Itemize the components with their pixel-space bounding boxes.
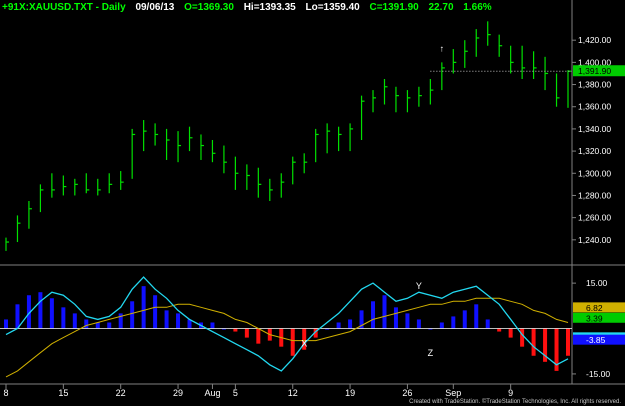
x-tick-label: 26 [402, 388, 412, 398]
copyright-credit: Created with TradeStation. ©TradeStation… [409, 399, 621, 405]
histogram-bar [336, 322, 341, 329]
chart-header: +91X:XAUUSD.TXT - Daily 09/06/13 O=1369.… [2, 2, 499, 13]
histogram-bar [485, 319, 490, 329]
x-tick-label: Aug [204, 388, 220, 398]
date-label: 09/06/13 [135, 2, 175, 13]
histogram-bar [4, 319, 8, 329]
osc-value-badge-label: 6.82 [586, 303, 603, 313]
histogram-bar [462, 310, 467, 329]
label-y: Y [416, 281, 422, 291]
x-tick-label: 5 [233, 388, 238, 398]
histogram-bar [72, 313, 77, 329]
change-pct-label: 1.66% [463, 2, 492, 13]
price-tick-label: 1,420.00 [578, 35, 611, 45]
price-tick-label: 1,360.00 [578, 102, 611, 112]
price-chart[interactable]: 1,420.001,400.001,380.001,360.001,340.00… [0, 0, 625, 406]
change-label: 22.70 [428, 2, 454, 13]
osc-value-badge-label: 3.39 [586, 313, 603, 323]
histogram-bar [497, 328, 502, 332]
osc-value-badge-label: -3.85 [586, 335, 606, 345]
histogram-bar [520, 328, 525, 347]
histogram-bar [382, 295, 387, 329]
histogram-bar [15, 304, 20, 329]
histogram-bar [405, 313, 410, 329]
arrow-marker: ↑ [440, 43, 445, 53]
histogram-bar [49, 298, 54, 329]
price-tick-label: 1,280.00 [578, 190, 611, 200]
histogram-bar [508, 328, 513, 338]
x-tick-label: Sep [445, 388, 461, 398]
histogram-bar [84, 319, 89, 329]
histogram-bar [130, 301, 135, 329]
histogram-bar [61, 307, 66, 329]
histogram-bar [244, 328, 249, 338]
histogram-bar [393, 307, 398, 329]
price-tick-label: 1,340.00 [578, 124, 611, 134]
price-tick-label: 1,240.00 [578, 235, 611, 245]
price-tick-label: 1,380.00 [578, 80, 611, 90]
histogram-bar [141, 286, 146, 329]
x-tick-label: 19 [345, 388, 355, 398]
price-tick-label: 1,260.00 [578, 213, 611, 223]
histogram-bar [348, 319, 353, 329]
histogram-bar [233, 328, 238, 332]
histogram-bar [164, 310, 169, 329]
histogram-bar [256, 328, 261, 344]
price-tick-label: 1,320.00 [578, 146, 611, 156]
label-x: X [301, 339, 307, 349]
x-tick-label: 22 [116, 388, 126, 398]
histogram-bar [474, 304, 479, 329]
osc-tick-label: -15.00 [586, 369, 610, 379]
high-label: Hi=1393.35 [243, 2, 296, 13]
histogram-bar [531, 328, 536, 356]
x-tick-label: 15 [58, 388, 68, 398]
histogram-bar [210, 322, 215, 329]
symbol-label: +91X:XAUUSD.TXT - Daily [2, 2, 126, 13]
label-z: Z [428, 348, 434, 358]
histogram-bar [566, 328, 570, 356]
histogram-bar [451, 316, 456, 329]
close-label: C=1391.90 [369, 2, 419, 13]
x-tick-label: 9 [508, 388, 513, 398]
x-tick-label: 12 [288, 388, 298, 398]
osc-tick-label: 15.00 [586, 278, 608, 288]
histogram-bar [290, 328, 295, 356]
histogram-bar [153, 295, 158, 329]
histogram-bar [416, 319, 421, 329]
x-tick-label: 29 [173, 388, 183, 398]
low-label: Lo=1359.40 [305, 2, 360, 13]
histogram-bar [107, 322, 112, 329]
price-tick-label: 1,300.00 [578, 168, 611, 178]
histogram-bar [176, 313, 181, 329]
histogram-bar [38, 292, 43, 329]
histogram-bar [439, 322, 444, 329]
x-tick-label: 8 [3, 388, 8, 398]
open-label: O=1369.30 [184, 2, 234, 13]
histogram-bar [371, 301, 376, 329]
current-price-badge-label: 1,391.90 [578, 66, 611, 76]
